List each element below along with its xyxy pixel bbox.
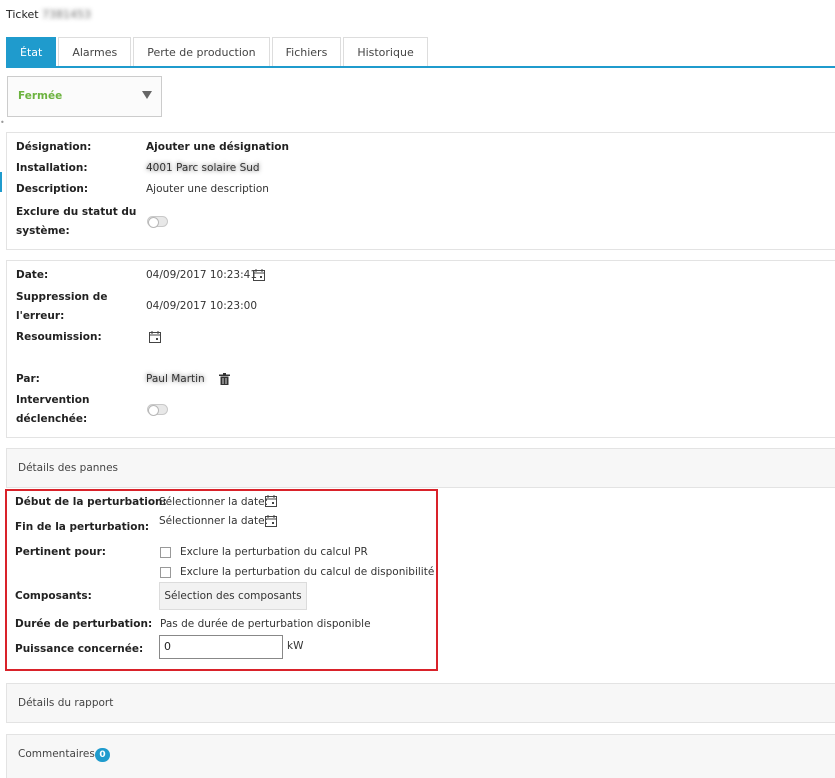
puissance-input[interactable]: 0 xyxy=(159,635,283,659)
left-edge-fragment: • xyxy=(0,118,5,127)
puissance-label: Puissance concernée: xyxy=(15,643,144,655)
tab-historique[interactable]: Historique xyxy=(343,37,428,67)
intervention-label-line1: Intervention xyxy=(16,394,90,406)
composants-label: Composants: xyxy=(15,590,92,602)
par-label: Par: xyxy=(16,373,40,385)
pertinent-label: Pertinent pour: xyxy=(15,546,106,558)
select-components-button[interactable]: Sélection des composants xyxy=(159,582,307,610)
details-pannes-title: Détails des pannes xyxy=(18,462,119,474)
suppression-value: 04/09/2017 10:23:00 xyxy=(146,300,258,312)
commentaires-header[interactable]: Commentaires 0 xyxy=(6,734,835,778)
general-info-box: Désignation: Ajouter une désignation Ins… xyxy=(6,132,835,250)
dates-box: Date: 04/09/2017 10:23:41 Suppression de… xyxy=(6,260,835,438)
suppression-label-line1: Suppression de xyxy=(16,291,108,303)
calendar-icon[interactable] xyxy=(265,495,277,507)
par-value: Paul Martin xyxy=(146,373,205,385)
chevron-down-icon xyxy=(142,91,152,99)
ticket-id: 7381453 xyxy=(42,8,92,21)
intervention-label-line2: déclenchée: xyxy=(16,413,88,425)
exclude-status-label-line2: système: xyxy=(16,225,70,237)
fin-label: Fin de la perturbation: xyxy=(15,521,150,533)
exclude-pr-label: Exclure la perturbation du calcul PR xyxy=(180,546,368,558)
date-value: 04/09/2017 10:23:41 xyxy=(146,269,258,281)
tab-etat[interactable]: État xyxy=(6,37,57,67)
debut-label: Début de la perturbation: xyxy=(15,496,167,508)
tab-fichiers[interactable]: Fichiers xyxy=(271,37,342,67)
tab-alarmes[interactable]: Alarmes xyxy=(58,37,132,67)
fin-value[interactable]: Sélectionner la date: xyxy=(159,512,268,531)
installation-label: Installation: xyxy=(16,162,88,174)
calendar-icon[interactable] xyxy=(265,515,277,527)
exclude-status-label-line1: Exclure du statut du xyxy=(16,206,137,218)
details-rapport-title: Détails du rapport xyxy=(18,697,114,709)
debut-value[interactable]: Sélectionner la date: xyxy=(159,493,268,512)
disruption-details-highlight: Début de la perturbation: Sélectionner l… xyxy=(5,489,438,671)
calendar-icon[interactable] xyxy=(253,269,265,281)
left-edge-accent xyxy=(0,172,2,192)
tab-bar: État Alarmes Perte de production Fichier… xyxy=(6,37,430,67)
ticket-title-label: Ticket xyxy=(6,8,39,21)
description-value[interactable]: Ajouter une description xyxy=(146,180,269,199)
suppression-label-line2: l'erreur: xyxy=(16,310,65,322)
exclude-status-toggle[interactable] xyxy=(147,216,168,228)
puissance-unit: kW xyxy=(287,640,304,652)
duree-value: Pas de durée de perturbation disponible xyxy=(160,618,371,630)
trash-icon[interactable] xyxy=(219,373,230,385)
status-value: Fermée xyxy=(18,90,63,102)
tab-perte-de-production[interactable]: Perte de production xyxy=(133,37,270,67)
resoumission-label: Resoumission: xyxy=(16,331,102,343)
status-dropdown[interactable]: Fermée xyxy=(7,76,162,117)
comments-count-badge: 0 xyxy=(95,748,110,762)
description-label: Description: xyxy=(16,183,89,195)
designation-value[interactable]: Ajouter une désignation xyxy=(146,138,289,157)
date-label: Date: xyxy=(16,269,49,281)
exclude-disponibilite-label: Exclure la perturbation du calcul de dis… xyxy=(180,566,435,578)
ticket-title: Ticket 7381453 xyxy=(6,8,91,21)
duree-label: Durée de perturbation: xyxy=(15,618,153,630)
calendar-icon[interactable] xyxy=(149,331,161,343)
details-rapport-header[interactable]: Détails du rapport xyxy=(6,683,835,723)
intervention-toggle[interactable] xyxy=(147,404,168,416)
tab-underline xyxy=(6,66,835,68)
details-pannes-header[interactable]: Détails des pannes xyxy=(6,448,835,488)
designation-label: Désignation: xyxy=(16,141,92,153)
exclude-pr-checkbox[interactable] xyxy=(160,547,171,558)
commentaires-title: Commentaires xyxy=(18,748,95,760)
installation-value: 4001 Parc solaire Sud xyxy=(146,162,260,174)
exclude-disponibilite-checkbox[interactable] xyxy=(160,567,171,578)
